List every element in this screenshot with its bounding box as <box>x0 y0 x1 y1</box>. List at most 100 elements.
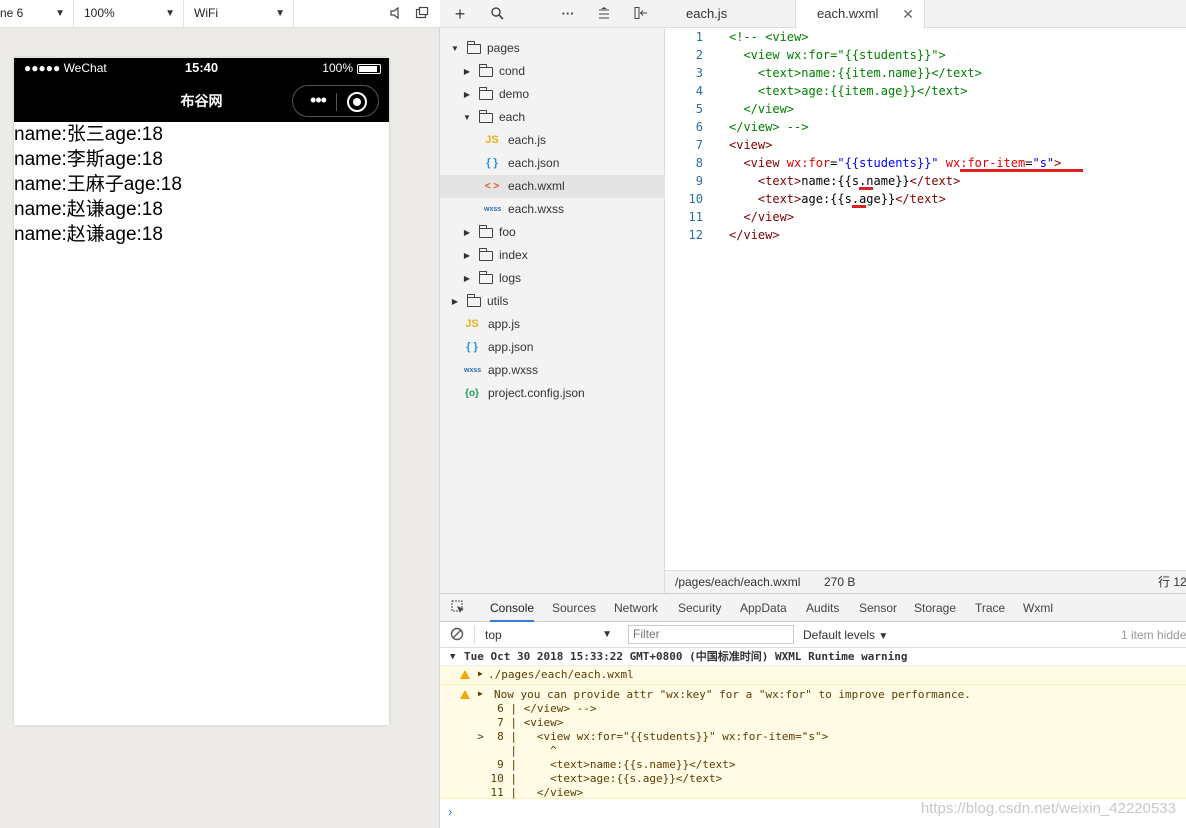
collapsed-triangle-icon[interactable]: ▶ <box>450 290 460 313</box>
tree-item-each-json[interactable]: { } each.json <box>440 152 665 175</box>
console-prompt[interactable]: › <box>448 804 452 819</box>
tree-item-label: app.js <box>488 317 521 331</box>
tab-wxml[interactable]: Wxml <box>1023 594 1053 622</box>
detach-window-icon[interactable] <box>414 6 430 22</box>
tree-item-index[interactable]: ▶ index <box>440 244 665 267</box>
tree-item-foo[interactable]: ▶ foo <box>440 221 665 244</box>
collapsed-triangle-icon[interactable]: ▶ <box>462 244 472 267</box>
add-file-icon[interactable]: + <box>452 5 468 23</box>
code-line[interactable]: 4 <text>age:{{item.age}}</text> <box>665 82 1186 100</box>
mute-icon[interactable] <box>388 6 404 22</box>
wxss-file-icon: wxss <box>464 367 482 374</box>
device-select[interactable]: ne 6 ▼ <box>0 0 74 27</box>
split-panel-icon[interactable] <box>633 6 649 22</box>
tree-item-utils[interactable]: ▶ utils <box>440 290 665 313</box>
tree-item-each-wxss[interactable]: wxss each.wxss <box>440 198 665 221</box>
network-select[interactable]: WiFi ▼ <box>184 0 294 27</box>
code-line[interactable]: 12 </view> <box>665 226 1186 244</box>
console-group-header[interactable]: ▼ Tue Oct 30 2018 15:33:22 GMT+0800 (中国标… <box>440 648 1186 666</box>
code-line[interactable]: 5 </view> <box>665 100 1186 118</box>
code-line[interactable]: 2 <view wx:for="{{students}}"> <box>665 46 1186 64</box>
tree-item-app-json[interactable]: { } app.json <box>440 336 665 359</box>
collapse-all-icon[interactable] <box>596 6 612 22</box>
tab-storage[interactable]: Storage <box>914 594 956 622</box>
collapsed-triangle-icon[interactable]: ▶ <box>462 83 472 106</box>
snippet-line: 11 | </view> <box>464 786 584 799</box>
tree-item-pages[interactable]: ▼ pages <box>440 37 665 60</box>
tab-appdata[interactable]: AppData <box>740 594 787 622</box>
tree-item-app-wxss[interactable]: wxss app.wxss <box>440 359 665 382</box>
console-filter-input[interactable]: Filter <box>628 625 794 644</box>
tree-item-app-js[interactable]: JS app.js <box>440 313 665 336</box>
collapsed-triangle-icon[interactable]: ▶ <box>462 221 472 244</box>
line-number: 9 <box>695 174 703 188</box>
folder-icon <box>479 225 493 238</box>
tree-item-label: cond <box>499 64 526 78</box>
tree-item-label: each.json <box>508 156 560 170</box>
expanded-triangle-icon[interactable]: ▼ <box>450 37 460 60</box>
phone-screen: ●●●●● WeChat 15:40 100% 布谷网 ••• name:张三a… <box>14 58 389 725</box>
line-number: 7 <box>695 138 703 152</box>
tab-console[interactable]: Console <box>490 594 535 622</box>
more-icon[interactable]: ••• <box>303 90 333 110</box>
tab-each-wxml[interactable]: each.wxml ✕ <box>795 0 925 29</box>
line-number: 6 <box>695 120 703 134</box>
tree-item-label: each <box>499 110 526 124</box>
expanded-triangle-icon[interactable]: ▼ <box>462 106 472 129</box>
tab-each-js[interactable]: each.js <box>665 0 795 28</box>
code-area[interactable]: 1 <!-- <view> 2 <view wx:for="{{students}}… <box>665 28 1186 244</box>
chevron-down-icon: ▼ <box>275 8 285 19</box>
file-size: 270 B <box>824 575 856 589</box>
code-line[interactable]: 1 <!-- <view> <box>665 28 1186 46</box>
inspect-element-icon[interactable] <box>450 600 466 616</box>
folder-icon <box>479 64 493 77</box>
more-options-icon[interactable]: ··· <box>560 6 576 22</box>
line-content: </view> --> <box>729 120 809 134</box>
tree-item-each[interactable]: ▼ each <box>440 106 665 129</box>
code-line[interactable]: 3 <text>name:{{item.name}}</text> <box>665 64 1186 82</box>
code-line[interactable]: 7 <view> <box>665 136 1186 154</box>
zoom-select-value: 100% <box>84 6 115 20</box>
console-warning: ▶ ./pages/each/each.wxml <box>440 666 1186 685</box>
chevron-down-icon: ▼ <box>165 8 175 19</box>
context-select[interactable]: top ▼ <box>474 626 614 644</box>
tab-sources[interactable]: Sources <box>552 594 596 622</box>
collapsed-triangle-icon[interactable]: ▶ <box>462 267 472 290</box>
tree-item-cond[interactable]: ▶ cond <box>440 60 665 83</box>
tab-network[interactable]: Network <box>614 594 658 622</box>
expand-triangle-icon[interactable]: ▼ <box>450 648 455 666</box>
hidden-count: 1 item hidde <box>1121 628 1186 642</box>
collapsed-triangle-icon[interactable]: ▶ <box>462 60 472 83</box>
filter-placeholder: Filter <box>633 627 660 641</box>
zoom-select[interactable]: 100% ▼ <box>74 0 184 27</box>
tab-security[interactable]: Security <box>678 594 721 622</box>
clear-console-icon[interactable] <box>449 627 465 643</box>
explorer-toolbar: + ··· <box>440 0 665 28</box>
tree-item-demo[interactable]: ▶ demo <box>440 83 665 106</box>
code-line[interactable]: 8 <view wx:for="{{students}}" wx:for-ite… <box>665 154 1186 172</box>
student-row: name:赵谦age:18 <box>14 199 163 220</box>
tree-item-project-config-json[interactable]: {o} project.config.json <box>440 382 665 405</box>
tab-sensor[interactable]: Sensor <box>859 594 897 622</box>
close-miniprogram-icon[interactable] <box>347 92 367 112</box>
expand-triangle-icon[interactable]: ▶ <box>478 669 483 678</box>
close-icon[interactable]: ✕ <box>902 0 914 28</box>
battery-percent: 100% <box>322 61 353 75</box>
cursor-position: 行 12 <box>1158 575 1186 589</box>
watermark: https://blog.csdn.net/weixin_42220533 <box>920 800 1176 817</box>
code-line[interactable]: 10 <text>age:{{s.age}}</text> <box>665 190 1186 208</box>
log-levels-select[interactable]: Default levels ▼ <box>803 626 893 644</box>
tab-trace[interactable]: Trace <box>975 594 1005 622</box>
tree-item-each-wxml[interactable]: < > each.wxml <box>440 175 665 198</box>
tab-audits[interactable]: Audits <box>806 594 839 622</box>
line-content: <!-- <view> <box>729 30 809 44</box>
expand-triangle-icon[interactable]: ▶ <box>478 689 483 698</box>
search-icon[interactable] <box>489 6 505 22</box>
tree-item-each-js[interactable]: JS each.js <box>440 129 665 152</box>
snippet-line: 7 | <view> <box>464 716 564 729</box>
tree-item-logs[interactable]: ▶ logs <box>440 267 665 290</box>
code-line[interactable]: 11 </view> <box>665 208 1186 226</box>
code-line[interactable]: 9 <text>name:{{s.name}}</text> <box>665 172 1186 190</box>
chevron-down-icon: ▼ <box>602 629 612 640</box>
code-line[interactable]: 6 </view> --> <box>665 118 1186 136</box>
